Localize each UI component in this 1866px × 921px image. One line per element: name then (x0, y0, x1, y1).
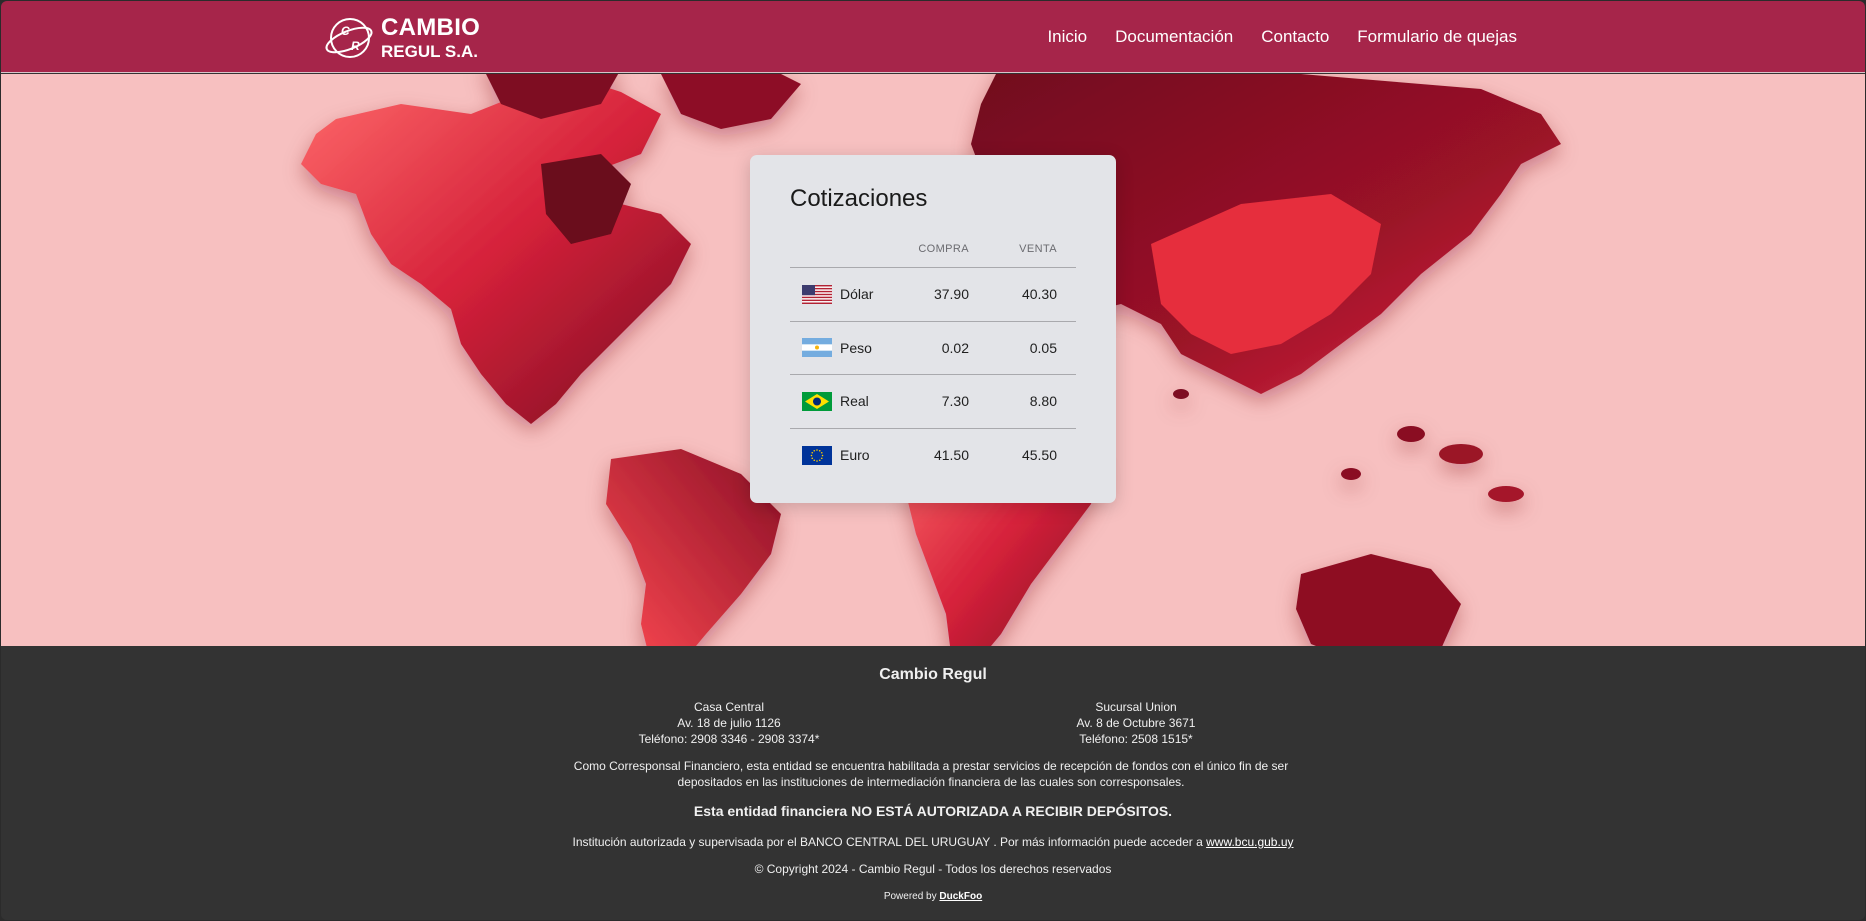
sell-rate: 45.50 (1021, 447, 1057, 464)
eu-flag-icon (802, 445, 832, 465)
currency-cell: Euro (790, 445, 885, 465)
duckfoo-link[interactable]: DuckFoo (939, 891, 982, 902)
correspondent-note: Como Corresponsal Financiero, esta entid… (573, 759, 1289, 789)
supervision-label: Institución autorizada y supervisada por… (572, 835, 1203, 849)
brand-name-line1: CAMBIO (381, 14, 481, 41)
branch-name: Sucursal Union (1095, 700, 1177, 714)
footer-title: Cambio Regul (879, 666, 987, 683)
buy-rate: 7.30 (941, 393, 969, 410)
currency-cell: Dólar (790, 284, 885, 304)
svg-text:C: C (341, 24, 350, 38)
exchange-rates-card: Cotizaciones COMPRA VENTA Dólar 37.90 40… (750, 155, 1116, 503)
globe-logo-icon: C R (325, 18, 373, 58)
currency-name: Dólar (840, 286, 874, 303)
nav-link-formulario-quejas[interactable]: Formulario de quejas (1357, 27, 1517, 47)
site-footer: Cambio Regul Casa Central Av. 18 de juli… (1, 646, 1865, 920)
table-header-row: COMPRA VENTA (790, 230, 1076, 268)
header-buy: COMPRA (918, 242, 969, 255)
brand-logo[interactable]: C R CAMBIO REGUL S.A. (323, 16, 480, 60)
currency-name: Euro (840, 447, 870, 464)
brand-name: CAMBIO REGUL S.A. (381, 14, 481, 61)
table-row: Dólar 37.90 40.30 (790, 268, 1076, 322)
nav-link-documentacion[interactable]: Documentación (1115, 27, 1233, 47)
argentina-flag-icon (802, 338, 832, 358)
buy-rate: 41.50 (933, 447, 969, 464)
hero-section: Cotizaciones COMPRA VENTA Dólar 37.90 40… (1, 74, 1865, 646)
currency-name: Real (840, 393, 869, 410)
table-row: Peso 0.02 0.05 (790, 322, 1076, 375)
branch-casa-central: Casa Central Av. 18 de julio 1126 Teléfo… (579, 699, 879, 747)
sell-rate: 8.80 (1029, 393, 1057, 410)
page-frame: C R CAMBIO REGUL S.A. Inicio Documentaci… (1, 1, 1865, 920)
branch-phone: Teléfono: 2508 1515* (1079, 732, 1193, 746)
branch-sucursal-union: Sucursal Union Av. 8 de Octubre 3671 Tel… (986, 699, 1286, 747)
sell-rate: 40.30 (1021, 286, 1057, 303)
currency-cell: Peso (790, 338, 885, 358)
currency-name: Peso (840, 339, 872, 356)
table-row: Real 7.30 8.80 (790, 375, 1076, 429)
svg-text:R: R (351, 39, 360, 53)
branch-address: Av. 18 de julio 1126 (677, 716, 781, 730)
copyright: © Copyright 2024 - Cambio Regul - Todos … (754, 862, 1112, 876)
branch-name: Casa Central (693, 700, 765, 714)
nav-link-inicio[interactable]: Inicio (1047, 27, 1087, 47)
main-nav: Inicio Documentación Contacto Formulario… (1047, 1, 1517, 73)
sell-rate: 0.05 (1029, 339, 1057, 356)
table-row: Euro 41.50 45.50 (790, 429, 1076, 483)
header-sell: VENTA (1019, 242, 1057, 255)
powered-by: Powered by DuckFoo (1, 891, 1865, 902)
powered-by-label: Powered by (883, 891, 937, 902)
deposit-warning: Esta entidad financiera NO ESTÁ AUTORIZA… (693, 803, 1173, 819)
currency-cell: Real (790, 391, 885, 411)
exchange-rates-table: COMPRA VENTA Dólar 37.90 40.30 Peso 0.02… (790, 230, 1076, 482)
brazil-flag-icon (802, 391, 832, 411)
bcu-link[interactable]: www.bcu.gub.uy (1206, 835, 1293, 849)
us-flag-icon (802, 284, 832, 304)
buy-rate: 37.90 (933, 286, 969, 303)
card-title: Cotizaciones (790, 185, 928, 212)
supervision-text: Institución autorizada y supervisada por… (1, 835, 1865, 849)
top-navbar: C R CAMBIO REGUL S.A. Inicio Documentaci… (1, 1, 1865, 73)
nav-link-contacto[interactable]: Contacto (1261, 27, 1329, 47)
branch-phone: Teléfono: 2908 3346 - 2908 3374* (638, 732, 820, 746)
brand-name-line2: REGUL S.A. (381, 42, 478, 61)
branch-address: Av. 8 de Octubre 3671 (1076, 716, 1196, 730)
buy-rate: 0.02 (941, 339, 969, 356)
